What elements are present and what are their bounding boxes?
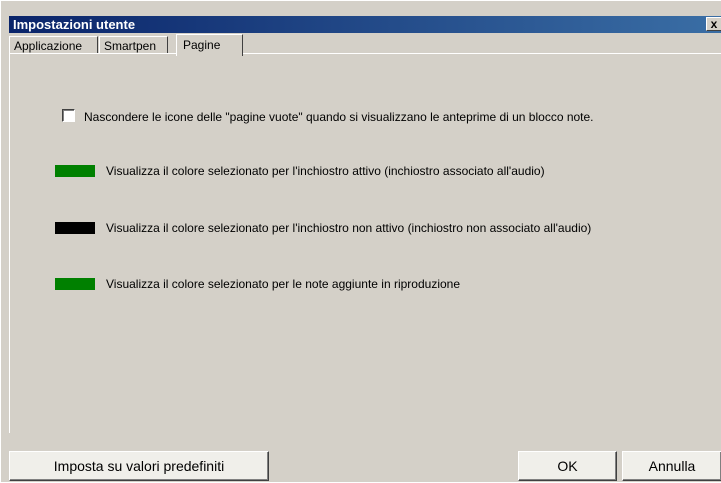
- tab-applicazione[interactable]: Applicazione: [9, 36, 98, 54]
- window-title: Impostazioni utente: [13, 17, 136, 32]
- playback-notes-color-swatch[interactable]: [55, 278, 95, 290]
- tab-smartpen[interactable]: Smartpen: [99, 36, 168, 54]
- button-bar: Imposta su valori predefiniti OK Annulla: [9, 441, 721, 483]
- playback-notes-label: Visualizza il colore selezionato per le …: [106, 277, 460, 291]
- ok-button[interactable]: OK: [518, 451, 617, 481]
- cancel-button[interactable]: Annulla: [622, 451, 721, 481]
- title-bar: Impostazioni utente x: [9, 16, 721, 33]
- hide-empty-pages-label: Nascondere le icone delle "pagine vuote"…: [84, 110, 594, 124]
- tab-pagine[interactable]: Pagine: [176, 34, 243, 56]
- hide-empty-pages-checkbox[interactable]: [62, 109, 75, 122]
- reset-defaults-button[interactable]: Imposta su valori predefiniti: [9, 451, 269, 481]
- close-button[interactable]: x: [706, 17, 721, 31]
- inactive-ink-label: Visualizza il colore selezionato per l'i…: [106, 221, 592, 235]
- inactive-ink-color-swatch[interactable]: [55, 222, 95, 234]
- tab-panel-pagine: Nascondere le icone delle "pagine vuote"…: [9, 53, 721, 433]
- settings-window: Impostazioni utente x Applicazione Smart…: [0, 0, 721, 482]
- active-ink-color-swatch[interactable]: [55, 165, 95, 177]
- active-ink-label: Visualizza il colore selezionato per l'i…: [106, 164, 545, 178]
- close-icon: x: [710, 17, 718, 31]
